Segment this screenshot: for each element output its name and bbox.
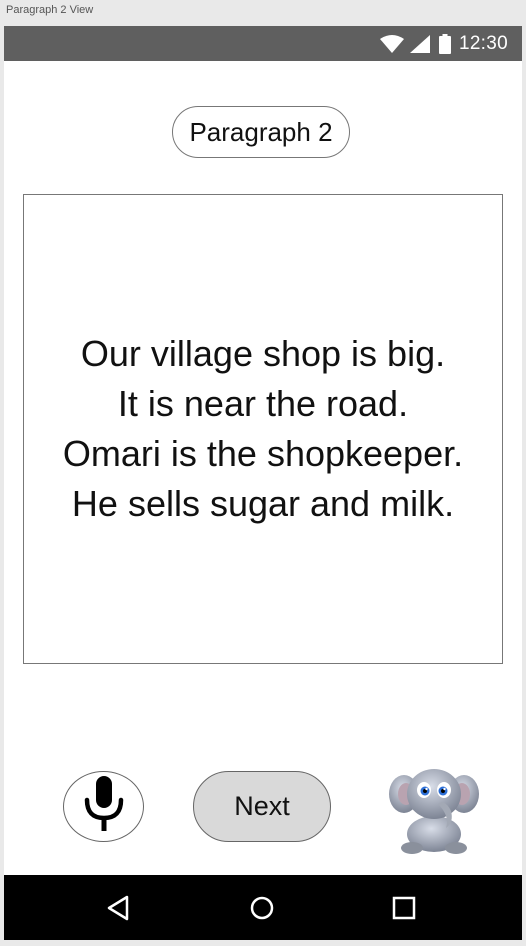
paragraph-line: He sells sugar and milk. — [71, 483, 455, 524]
phone-screen: 12:30 Paragraph 2 Our village shop is bi… — [4, 26, 522, 940]
next-button[interactable]: Next — [193, 771, 331, 842]
paragraph-text-box: Our village shop is big. It is near the … — [23, 194, 503, 664]
recents-icon[interactable] — [391, 895, 417, 926]
paragraph-line: Omari is the shopkeeper. — [62, 433, 464, 474]
wifi-icon — [379, 34, 405, 54]
paragraph-line: It is near the road. — [117, 383, 409, 424]
elephant-mascot[interactable] — [388, 764, 480, 854]
mic-button[interactable] — [63, 771, 144, 842]
battery-icon — [438, 34, 451, 54]
status-clock: 12:30 — [458, 33, 508, 54]
microphone-icon — [82, 774, 126, 839]
paragraph-line: Our village shop is big. — [80, 333, 446, 374]
window-title: Paragraph 2 View — [6, 4, 94, 16]
paragraph-chip: Paragraph 2 — [172, 106, 350, 158]
signal-icon — [409, 34, 431, 54]
status-bar: 12:30 — [4, 26, 522, 61]
home-icon[interactable] — [249, 895, 275, 926]
navigation-bar — [4, 875, 522, 940]
status-icons: 12:30 — [379, 33, 508, 55]
back-icon[interactable] — [106, 895, 132, 926]
